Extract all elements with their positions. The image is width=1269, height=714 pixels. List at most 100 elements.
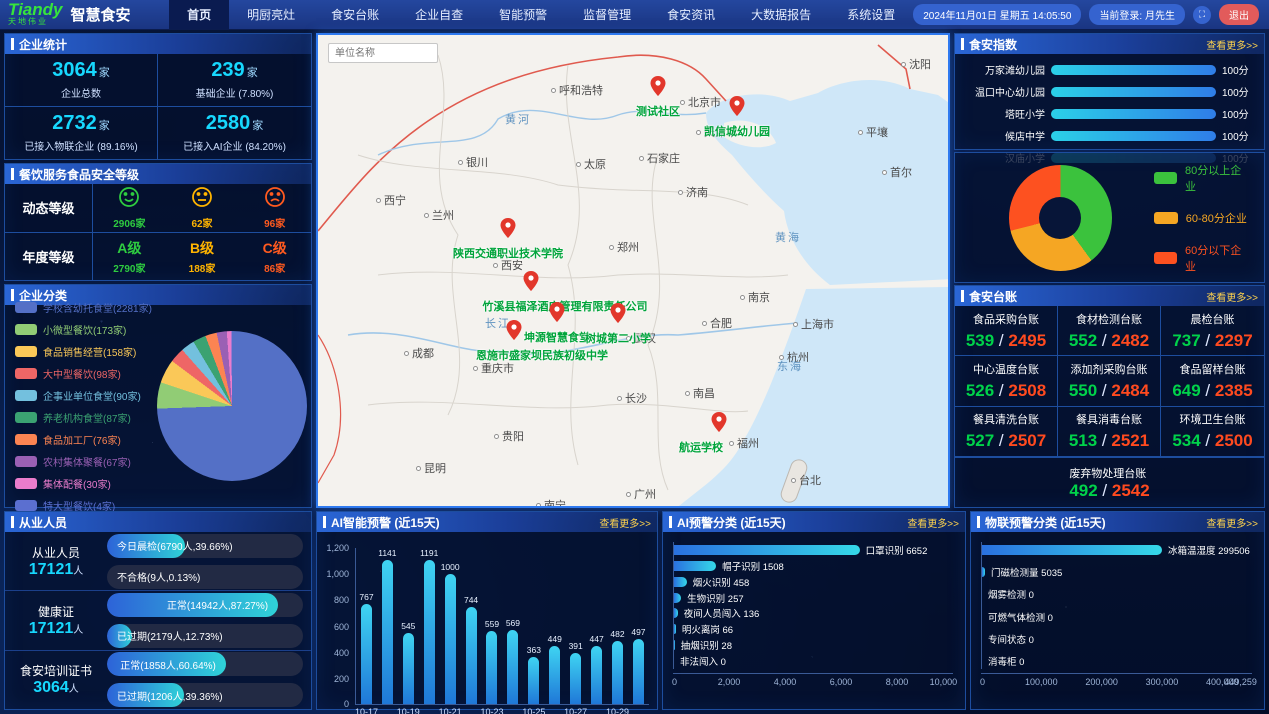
ledger-cell: 食品留样台账649 / 2385 [1161, 356, 1264, 406]
view-more-link[interactable]: 查看更多>> [907, 515, 959, 530]
bar-slot: 76710-17 [356, 548, 377, 704]
china-map[interactable]: 沈阳呼和浩特北京市天津市平壤首尔石家庄太原济南银川西宁兰州西安郑州南京上海市合肥… [316, 33, 950, 508]
nav-tab-企业自查[interactable]: 企业自查 [397, 0, 481, 29]
view-more-link[interactable]: 查看更多>> [599, 515, 651, 530]
map-city-南京: 南京 [740, 289, 770, 305]
map-marker[interactable] [501, 218, 516, 243]
hbar-row: 夜间人员闯入 136 [674, 607, 953, 619]
map-city-沈阳: 沈阳 [901, 56, 931, 72]
nav-tab-监督管理[interactable]: 监督管理 [565, 0, 649, 29]
ledger-done-count: 526 [966, 381, 994, 400]
map-marker-label: 陕西交通职业技术学院 [453, 245, 563, 261]
x-tick-label: 8,000 [886, 677, 909, 687]
map-city-贵阳: 贵阳 [494, 428, 524, 444]
hbar-label: 抽烟识别 28 [681, 639, 732, 651]
level-count: 188家 [189, 260, 216, 275]
bar-value-label: 1191 [420, 548, 438, 558]
city-dot-icon [793, 322, 798, 327]
staff-label: 食安培训证书 [5, 662, 107, 679]
bar [528, 657, 539, 704]
bar [591, 646, 602, 704]
level-items: A级2790家B级188家C级86家 [93, 233, 311, 281]
nav-tab-首页[interactable]: 首页 [169, 0, 229, 29]
y-tick-label: 800 [334, 595, 349, 605]
brand-logo: Tiandy 天地伟业 智慧食安 [0, 3, 169, 27]
city-name: 南京 [748, 289, 770, 305]
level-count: 2906家 [113, 215, 145, 230]
score-label: 100分 [1222, 62, 1254, 77]
map-marker[interactable] [611, 303, 626, 328]
legend-swatch [15, 390, 37, 401]
bar-value-label: 545 [401, 621, 415, 631]
legend-item: 食品销售经营(158家) [15, 344, 155, 359]
ledger-label: 食品采购台账 [973, 311, 1039, 327]
nav-tab-明厨亮灶[interactable]: 明厨亮灶 [229, 0, 313, 29]
map-marker[interactable] [712, 412, 727, 437]
nav-tab-智能预警[interactable]: 智能预警 [481, 0, 565, 29]
map-marker[interactable] [730, 96, 745, 121]
panel-title: AI智能预警 (近15天) [331, 514, 440, 531]
plot-area: 76710-17114154510-191191100010-217445591… [355, 548, 649, 705]
city-dot-icon [729, 441, 734, 446]
panel-ledger: 食安台账 查看更多>> 食品采购台账539 / 2495食材检测台账552 / … [954, 285, 1265, 508]
score-label: 100分 [1222, 84, 1254, 99]
bar [486, 631, 497, 704]
map-city-首尔: 首尔 [882, 164, 912, 180]
bar [403, 633, 414, 704]
city-dot-icon [576, 162, 581, 167]
nav-tab-食安台账[interactable]: 食安台账 [313, 0, 397, 29]
map-marker[interactable] [524, 271, 539, 296]
legend-swatch [15, 346, 37, 357]
bar-value-label: 447 [590, 634, 604, 644]
bar-value-label: 363 [527, 645, 541, 655]
bar-slot: 569 [502, 548, 523, 704]
panel-accent [11, 38, 14, 50]
stat-unit: 家 [252, 120, 263, 132]
bar-slot: 100010-21 [440, 548, 461, 704]
level-item: 2906家 [93, 184, 166, 232]
map-marker[interactable] [550, 302, 565, 327]
level-item: B级 188家 [166, 233, 239, 281]
ledger-values: 649 / 2385 [1172, 381, 1252, 401]
map-search-input[interactable] [328, 43, 438, 63]
map-marker[interactable] [651, 76, 666, 101]
map-city-广州: 广州 [626, 486, 656, 502]
level-count: 2790家 [113, 260, 145, 275]
map-marker[interactable] [507, 320, 522, 345]
bar [466, 607, 477, 704]
stat-label: 基础企业 (7.80%) [196, 85, 274, 100]
fullscreen-icon[interactable]: ⛶ [1193, 6, 1211, 24]
bar-value-label: 744 [464, 595, 478, 605]
legend-swatch [15, 412, 37, 423]
x-tick-label: 300,000 [1146, 677, 1179, 687]
hbar-fill [982, 545, 1162, 555]
grade-label: B级 [190, 238, 214, 258]
staff-progress-text: 不合格(9人,0.13%) [117, 565, 200, 589]
bar [570, 653, 581, 704]
legend-label: 食品销售经营(158家) [43, 344, 136, 359]
ledger-cell: 餐具清洗台账527 / 2507 [955, 407, 1058, 457]
view-more-link[interactable]: 查看更多>> [1206, 37, 1258, 52]
view-more-link[interactable]: 查看更多>> [1206, 289, 1258, 304]
logout-button[interactable]: 退出 [1219, 4, 1259, 25]
grade-label: A级 [117, 238, 141, 258]
nav-tab-食安资讯[interactable]: 食安资讯 [649, 0, 733, 29]
map-city-兰州: 兰州 [424, 207, 454, 223]
score-donut-chart [1009, 165, 1112, 271]
legend-swatch [15, 500, 37, 511]
map-marker-label: 凯信城幼儿园 [704, 123, 770, 139]
stat-label: 已接入AI企业 (84.20%) [183, 138, 286, 153]
legend-swatch [15, 434, 37, 445]
nav-tab-大数据报告[interactable]: 大数据报告 [733, 0, 829, 29]
panel-title: 餐饮服务食品安全等级 [19, 166, 139, 183]
nav-tab-系统设置[interactable]: 系统设置 [829, 0, 913, 29]
level-count: 62家 [191, 215, 212, 230]
ledger-done-count: 539 [966, 331, 994, 350]
view-more-link[interactable]: 查看更多>> [1206, 515, 1258, 530]
level-row: 动态等级2906家62家96家 [5, 184, 311, 233]
bar-slot: 55910-23 [482, 548, 503, 704]
bar-value-label: 1000 [441, 562, 460, 572]
score-donut-legend: 80分以上企业60-80分企业60分以下企业 [1154, 162, 1250, 274]
city-name: 西宁 [384, 192, 406, 208]
panel-ai-warning-category: AI预警分类 (近15天) 查看更多>> 口罩识别 6652帽子识别 1508烟… [662, 511, 966, 710]
